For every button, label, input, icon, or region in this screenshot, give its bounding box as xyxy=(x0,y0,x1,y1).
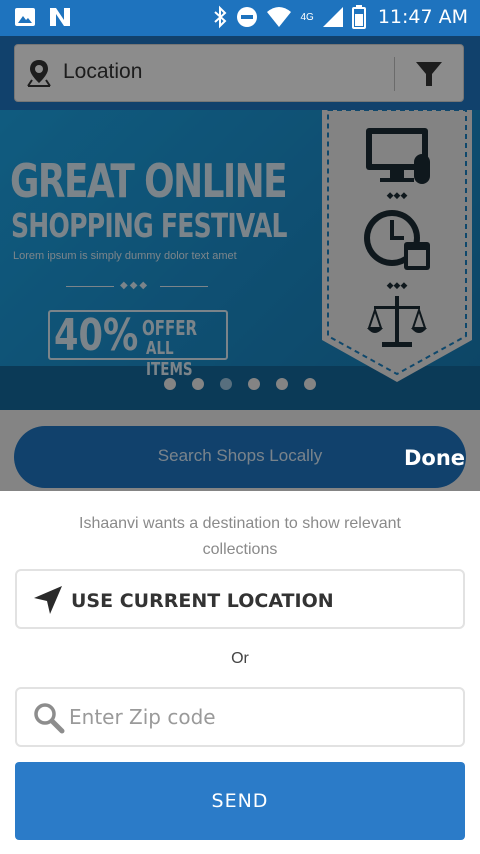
bluetooth-icon xyxy=(214,5,227,29)
battery-icon xyxy=(351,5,366,29)
modal-scrim[interactable] xyxy=(0,36,480,491)
status-right-icons: 4G 11:47 AM xyxy=(212,5,468,29)
done-button[interactable]: Done xyxy=(404,446,465,470)
or-separator: Or xyxy=(231,650,249,667)
network-type-label: 4G xyxy=(300,11,314,23)
do-not-disturb-icon xyxy=(237,7,258,27)
zip-code-field[interactable] xyxy=(15,687,465,747)
cell-signal-icon xyxy=(322,7,343,27)
location-sheet: Ishaanvi wants a destination to show rel… xyxy=(0,491,480,854)
search-icon xyxy=(34,703,65,734)
send-button[interactable]: SEND xyxy=(15,762,465,840)
location-prompt: Ishaanvi wants a destination to show rel… xyxy=(79,515,401,558)
status-left-icons xyxy=(14,6,72,28)
zip-code-input[interactable] xyxy=(69,701,449,733)
navigation-arrow-icon xyxy=(34,586,62,614)
image-icon xyxy=(15,8,35,26)
use-current-location-button[interactable]: USE CURRENT LOCATION xyxy=(15,569,465,629)
send-button-label: SEND xyxy=(211,790,269,812)
use-current-location-label: USE CURRENT LOCATION xyxy=(71,590,334,612)
wifi-icon xyxy=(267,7,292,27)
n-app-icon xyxy=(50,8,70,26)
status-time: 11:47 AM xyxy=(377,6,468,28)
status-bar: 4G 11:47 AM xyxy=(0,0,480,36)
